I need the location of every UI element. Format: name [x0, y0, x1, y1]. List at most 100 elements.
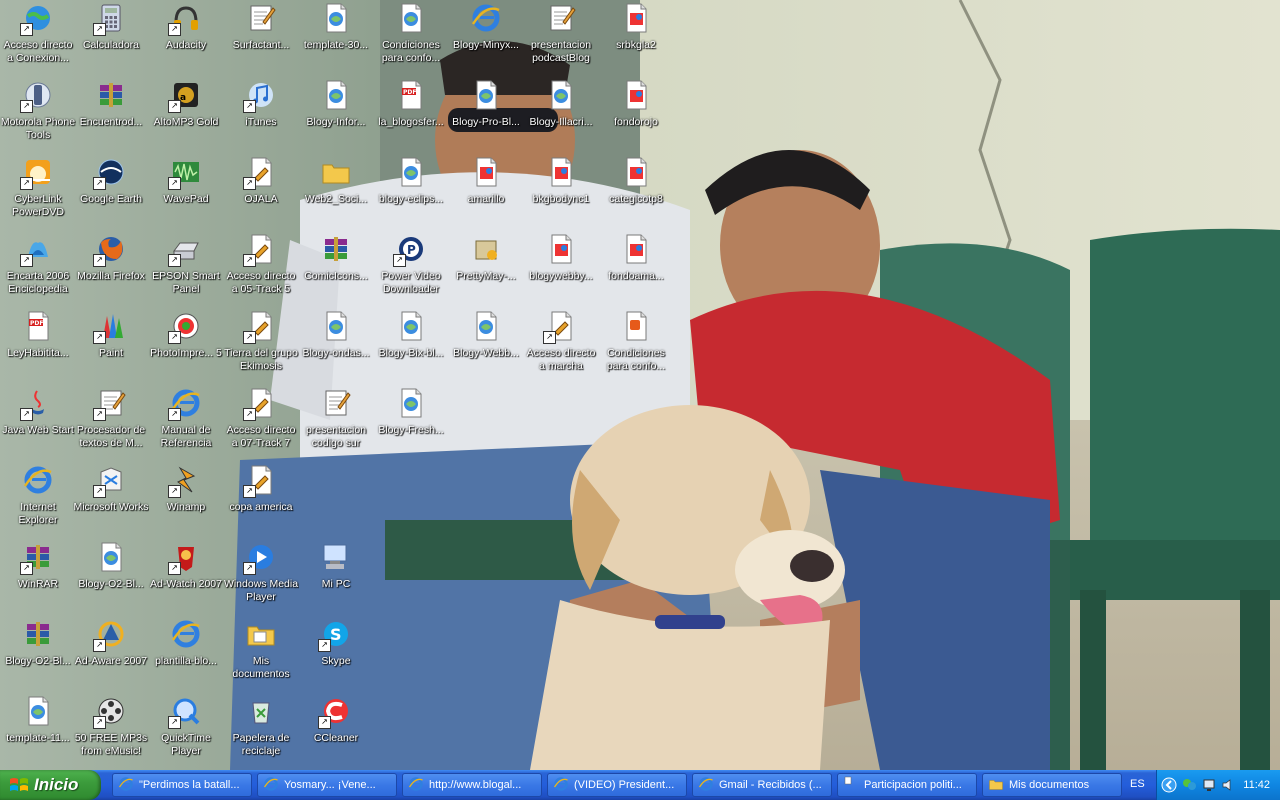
desktop-icon[interactable]: Blogy-Webb...: [448, 308, 524, 380]
desktop-icon[interactable]: ↗ Winamp: [148, 462, 224, 534]
desktop-icon[interactable]: ↗ copa america: [223, 462, 299, 534]
desktop-icon-label: WinRAR: [17, 578, 59, 590]
desktop-icon-label: la_blogosfer...: [378, 116, 444, 128]
desktop-icon[interactable]: plantilla-blo...: [148, 616, 224, 688]
taskbar-clock[interactable]: 11:42: [1243, 779, 1270, 791]
desktop-icon[interactable]: Blogy-O2-Bl...: [0, 616, 76, 688]
desktop-icon[interactable]: PDF LeyHabitita...: [0, 308, 76, 380]
desktop-icon[interactable]: ↗ Windows Media Player: [223, 539, 299, 611]
desktop-icon[interactable]: srbkgla2: [598, 0, 674, 72]
desktop-icon[interactable]: Blogy-O2-Bl...: [73, 539, 149, 611]
taskbar: Inicio "Perdimos la batall... Yosmary... …: [0, 770, 1280, 800]
desktop-icon[interactable]: ↗ Encarta 2006 Enciclopedia: [0, 231, 76, 303]
desktop-icon[interactable]: ↗ Acceso directo a marcha: [523, 308, 599, 380]
desktop-icon[interactable]: ComicIcons...: [298, 231, 374, 303]
desktop-icon[interactable]: ↗ Acceso directo a Conexion...: [0, 0, 76, 72]
shortcut-arrow-icon: ↗: [243, 408, 256, 421]
taskbar-task-button[interactable]: Mis documentos: [982, 773, 1122, 797]
desktop-icon[interactable]: presentacion codigo sur: [298, 385, 374, 457]
desktop-icon[interactable]: ↗ Ad-Aware 2007: [73, 616, 149, 688]
desktop-icon[interactable]: ↗ Paint: [73, 308, 149, 380]
desktop-icon[interactable]: ↗ OJALA: [223, 154, 299, 226]
desktop-icon[interactable]: ↗ CyberLink PowerDVD: [0, 154, 76, 226]
desktop-icon[interactable]: amarillo: [448, 154, 524, 226]
desktop-icon[interactable]: ↗ iTunes: [223, 77, 299, 149]
desktop-icon[interactable]: ↗ Google Earth: [73, 154, 149, 226]
desktop-icon[interactable]: a ↗ AltoMP3 Gold: [148, 77, 224, 149]
desktop-icon[interactable]: S ↗ Skype: [298, 616, 374, 688]
desktop-icon[interactable]: ↗ Java Web Start: [0, 385, 76, 457]
desktop-icon[interactable]: P ↗ Power Video Downloader: [373, 231, 449, 303]
desktop-icon[interactable]: Encuentrod...: [73, 77, 149, 149]
desktop-icon[interactable]: PDF la_blogosfer...: [373, 77, 449, 149]
desktop-icon[interactable]: ↗ 50 FREE MP3s from eMusic!: [73, 693, 149, 765]
desktop-icon[interactable]: Surfactant...: [223, 0, 299, 72]
taskbar-task-button[interactable]: Participacion politi...: [837, 773, 977, 797]
desktop-icon[interactable]: Condiciones para confo...: [598, 308, 674, 380]
desktop-icon[interactable]: Blogy-Infor...: [298, 77, 374, 149]
desktop-icon[interactable]: ↗ EPSON Smart Panel: [148, 231, 224, 303]
desktop-icon[interactable]: bkgbodync1: [523, 154, 599, 226]
desktop-icon-label: Calculadora: [82, 39, 140, 51]
taskbar-task-button[interactable]: Yosmary... ¡Vene...: [257, 773, 397, 797]
taskbar-task-button[interactable]: http://www.blogal...: [402, 773, 542, 797]
desktop-icon[interactable]: ↗ WavePad: [148, 154, 224, 226]
desktop-icon[interactable]: categicotp8: [598, 154, 674, 226]
desktop-icon-label: Tierra del grupo Ekimosis: [224, 347, 298, 372]
desktop-icon[interactable]: ↗ Manual de Referencia: [148, 385, 224, 457]
desktop-icon[interactable]: ↗ Tierra del grupo Ekimosis: [223, 308, 299, 380]
desktop-icon[interactable]: Blogy-Pro-Bl...: [448, 77, 524, 149]
desktop-icon-label: Winamp: [166, 501, 206, 513]
taskbar-task-button[interactable]: (VIDEO) President...: [547, 773, 687, 797]
desktop-icon[interactable]: blogywebby...: [523, 231, 599, 303]
globe-icon: ↗: [20, 2, 54, 36]
desktop-icon[interactable]: template-30...: [298, 0, 374, 72]
desktop-icon[interactable]: ↗ Microsoft Works: [73, 462, 149, 534]
desktop-icon[interactable]: ↗ Ad-Watch 2007: [148, 539, 224, 611]
desktop-icon[interactable]: ↗ Motorola Phone Tools: [0, 77, 76, 149]
pdf-icon: PDF: [395, 79, 427, 111]
desktop-icon[interactable]: ↗ Procesador de textos de M...: [73, 385, 149, 457]
tray-volume-icon[interactable]: [1221, 777, 1237, 793]
desktop-icon-area: ↗ Acceso directo a Conexion... ↗ Calculador…: [0, 0, 1280, 770]
desktop-icon[interactable]: ↗ CCleaner: [298, 693, 374, 765]
desktop-icon[interactable]: ↗ WinRAR: [0, 539, 76, 611]
tray-network-icon[interactable]: [1201, 777, 1217, 793]
desktop-icon[interactable]: ↗ Acceso directo a 05-Track 5: [223, 231, 299, 303]
desktop-icon[interactable]: ↗ Calculadora: [73, 0, 149, 72]
desktop-icon[interactable]: ↗ Audacity: [148, 0, 224, 72]
language-indicator[interactable]: ES: [1130, 778, 1145, 790]
desktop-icon[interactable]: template-11...: [0, 693, 76, 765]
shortcut-arrow-icon: ↗: [243, 100, 256, 113]
desktop-icon[interactable]: ↗ Acceso directo a 07-Track 7: [223, 385, 299, 457]
tray-chevron-icon[interactable]: [1161, 777, 1177, 793]
desktop-icon-label: Ad-Watch 2007: [150, 578, 222, 590]
shortcut-doc-icon: ↗: [243, 387, 277, 421]
desktop-icon[interactable]: ↗ QuickTime Player: [148, 693, 224, 765]
paint-icon: ↗: [93, 310, 127, 344]
desktop-icon[interactable]: Blogy-Fresh...: [373, 385, 449, 457]
desktop-icon[interactable]: Blogy-Bix-bl...: [373, 308, 449, 380]
desktop-icon[interactable]: Internet Explorer: [0, 462, 76, 534]
desktop-icon[interactable]: Blogy-Illacri...: [523, 77, 599, 149]
desktop-icon[interactable]: ↗ Mozilla Firefox: [73, 231, 149, 303]
desktop-icon[interactable]: Mis documentos: [223, 616, 299, 688]
html-doc-icon: [470, 79, 502, 111]
desktop-icon[interactable]: Blogy-ondas...: [298, 308, 374, 380]
desktop-icon[interactable]: Blogy-Minyx...: [448, 0, 524, 72]
desktop-icon[interactable]: Condiciones para confo...: [373, 0, 449, 72]
taskbar-task-button[interactable]: Gmail - Recibidos (...: [692, 773, 832, 797]
desktop-icon[interactable]: fondorojo: [598, 77, 674, 149]
desktop-icon[interactable]: blogy-eclips...: [373, 154, 449, 226]
desktop-icon[interactable]: fondoama...: [598, 231, 674, 303]
start-button[interactable]: Inicio: [0, 770, 101, 800]
desktop-icon[interactable]: ↗ PhotoImpre... 5: [148, 308, 224, 380]
desktop-icon[interactable]: Papelera de reciclaje: [223, 693, 299, 765]
desktop-icon[interactable]: presentacion podcastBlog: [523, 0, 599, 72]
desktop-icon[interactable]: Web2_Soci...: [298, 154, 374, 226]
taskbar-task-button[interactable]: "Perdimos la batall...: [112, 773, 252, 797]
tray-messenger-icon[interactable]: [1181, 777, 1197, 793]
shortcut-arrow-icon: ↗: [168, 23, 181, 36]
desktop-icon[interactable]: Mi PC: [298, 539, 374, 611]
desktop-icon[interactable]: PrettyMay-...: [448, 231, 524, 303]
